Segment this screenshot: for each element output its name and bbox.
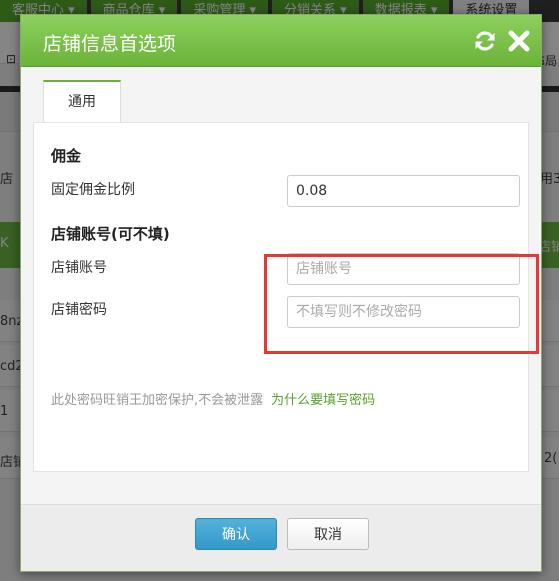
commission-rate-input[interactable]	[287, 175, 520, 207]
why-password-link[interactable]: 为什么要填写密码	[271, 393, 375, 408]
dialog-footer: 确认 取消	[21, 504, 541, 571]
confirm-button[interactable]: 确认	[195, 518, 277, 550]
general-panel: 佣金 固定佣金比例 店铺账号(可不填) 店铺账号 店铺密码 此处密码旺销王加密保…	[33, 122, 539, 472]
dialog-title: 店铺信息首选项	[43, 33, 177, 55]
account-section-title: 店铺账号(可不填)	[51, 225, 170, 243]
store-password-label: 店铺密码	[51, 302, 107, 318]
cancel-button[interactable]: 取消	[287, 518, 369, 550]
dialog-header: 店铺信息首选项	[21, 15, 541, 67]
store-account-input[interactable]	[287, 253, 520, 285]
commission-section-title: 佣金	[51, 147, 82, 165]
store-account-label: 店铺账号	[51, 260, 107, 276]
store-preferences-dialog: 店铺信息首选项 通用 佣金 固定佣金比例 店铺账号(可不填) 店铺账号 店铺密码	[20, 14, 542, 572]
refresh-icon[interactable]	[473, 29, 497, 53]
hint-text: 此处密码旺销王加密保护,不会被泄露	[51, 393, 264, 408]
dialog-body: 通用 佣金 固定佣金比例 店铺账号(可不填) 店铺账号 店铺密码 此处密码旺销王…	[21, 68, 541, 504]
commission-rate-label: 固定佣金比例	[51, 182, 135, 198]
password-hint: 此处密码旺销王加密保护,不会被泄露 为什么要填写密码	[51, 389, 375, 408]
close-icon[interactable]	[507, 29, 531, 53]
store-password-input[interactable]	[287, 296, 520, 328]
tab-general[interactable]: 通用	[43, 80, 121, 122]
